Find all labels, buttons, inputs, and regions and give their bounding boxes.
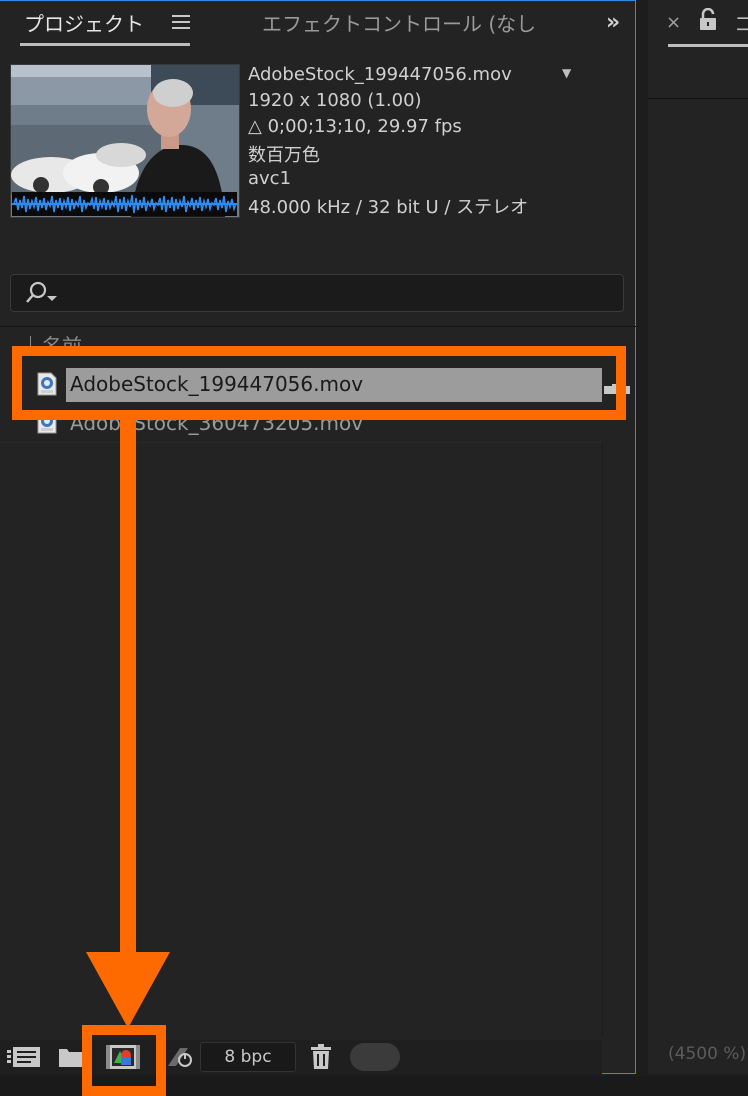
annotation-arrowhead	[86, 952, 170, 1028]
tab-composition[interactable]: コ	[734, 8, 748, 37]
active-tab-underline	[20, 43, 190, 46]
footage-colors: 数百万色	[248, 145, 320, 166]
annotation-highlight-box	[12, 346, 626, 420]
list-grid-line	[0, 442, 602, 443]
tab-project[interactable]: プロジェクト	[24, 8, 144, 37]
panel-divider	[648, 98, 748, 99]
tab-effect-controls[interactable]: エフェクトコントロール (なし	[262, 8, 558, 37]
menu-icon[interactable]	[172, 14, 190, 30]
footage-filename: AdobeStock_199447056.mov	[248, 64, 512, 85]
toolbar-slider[interactable]	[350, 1043, 400, 1071]
audio-waveform	[12, 192, 237, 216]
lock-icon[interactable]	[698, 8, 718, 32]
search-icon[interactable]	[24, 280, 62, 306]
annotation-arrow-line	[120, 420, 136, 964]
chevron-down-icon[interactable]: ▼	[562, 66, 571, 80]
flowchart-icon[interactable]	[166, 1044, 194, 1070]
list-scroll-edge	[602, 442, 603, 1036]
expand-icon[interactable]: ››	[606, 10, 620, 35]
search-input[interactable]	[10, 274, 624, 312]
close-icon[interactable]: ×	[666, 12, 681, 33]
interpret-footage-icon[interactable]	[6, 1044, 42, 1070]
footage-duration: △ 0;00;13;10, 29.97 fps	[248, 116, 462, 137]
bit-depth-button[interactable]: 8 bpc	[200, 1042, 296, 1072]
list-divider	[0, 326, 636, 327]
zoom-readout[interactable]: (4500 %)	[668, 1044, 746, 1064]
annotation-icon-highlight	[82, 1025, 166, 1096]
folder-icon[interactable]	[58, 1046, 84, 1068]
right-tab-underline	[668, 44, 748, 47]
footage-codec: avc1	[248, 168, 292, 189]
trash-icon[interactable]	[310, 1044, 332, 1070]
composition-panel	[648, 0, 748, 1074]
footage-audio: 48.000 kHz / 32 bit U / ステレオ	[248, 197, 529, 218]
footage-resolution: 1920 x 1080 (1.00)	[248, 90, 422, 111]
